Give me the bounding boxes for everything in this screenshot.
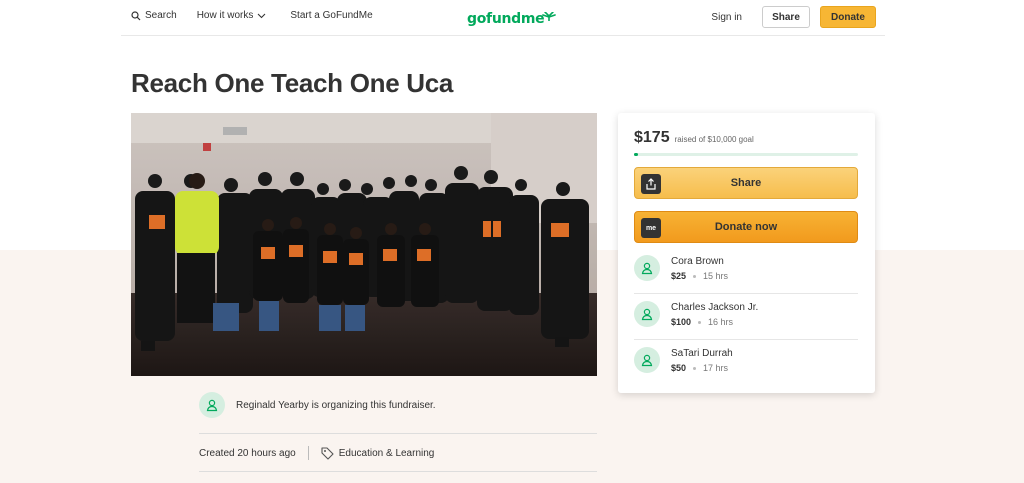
- user-icon: [641, 308, 653, 321]
- donor-name: SaTari Durrah: [671, 348, 733, 359]
- start-gofundme-label: Start a GoFundMe: [290, 10, 373, 21]
- gofundme-logo[interactable]: gofundme: [467, 7, 557, 29]
- site-header: Search How it works Start a GoFundMe gof…: [0, 0, 1024, 36]
- search-icon: [131, 10, 141, 20]
- donor-amount: $50: [671, 363, 687, 373]
- bullet-separator: [693, 274, 697, 278]
- raised-amount: $175: [634, 129, 670, 146]
- header-donate-button[interactable]: Donate: [820, 6, 876, 28]
- meta-separator: [307, 446, 309, 460]
- progress-fill: [634, 153, 639, 156]
- bullet-separator: [698, 320, 702, 324]
- donate-now-button[interactable]: me Donate now: [634, 211, 858, 243]
- donor-name: Charles Jackson Jr.: [671, 302, 759, 313]
- share-icon: [641, 174, 661, 194]
- donor-info: Charles Jackson Jr. $100 16 hrs: [671, 301, 758, 327]
- campaign-photo[interactable]: [131, 113, 597, 376]
- created-time: Created 20 hours ago: [199, 447, 296, 459]
- user-icon: [206, 399, 218, 412]
- logo-sprout-icon: [542, 12, 557, 21]
- how-it-works-menu[interactable]: How it works: [197, 10, 267, 21]
- user-icon: [641, 262, 653, 275]
- sign-in-link[interactable]: Sign in: [711, 12, 742, 23]
- donor-time: 15 hrs: [703, 271, 729, 281]
- donor-avatar: [634, 301, 660, 327]
- category-link[interactable]: Education & Learning: [321, 446, 435, 460]
- bullet-separator: [693, 366, 697, 370]
- tag-icon: [321, 446, 334, 460]
- campaign-title: Reach One Teach One Uca: [131, 68, 454, 98]
- donor-time: 17 hrs: [703, 363, 729, 373]
- chevron-down-icon: [257, 13, 266, 18]
- donor-info: SaTari Durrah $50 17 hrs: [671, 347, 733, 373]
- donor-info: Cora Brown $25 15 hrs: [671, 255, 728, 281]
- donation-card: $175 raised of $10,000 goal Share me Don…: [618, 113, 875, 393]
- header-share-button[interactable]: Share: [762, 6, 810, 28]
- donor-avatar: [634, 347, 660, 373]
- organizer-avatar: [199, 392, 225, 418]
- category-label: Education & Learning: [338, 447, 435, 459]
- donor-avatar: [634, 255, 660, 281]
- header-divider: [121, 35, 885, 36]
- search-link[interactable]: Search: [131, 10, 177, 21]
- search-label: Search: [145, 10, 177, 21]
- donor-amount: $100: [671, 317, 692, 327]
- gofundme-me-icon: me: [641, 218, 661, 238]
- donor-divider: [634, 293, 858, 294]
- organizer-row: Reginald Yearby is organizing this fundr…: [199, 392, 436, 418]
- section-divider: [199, 433, 597, 434]
- header-nav: Search How it works Start a GoFundMe: [131, 10, 373, 21]
- goal-text: raised of $10,000 goal: [674, 135, 754, 144]
- donor-details: $25 15 hrs: [671, 271, 728, 281]
- organizer-text: Reginald Yearby is organizing this fundr…: [236, 399, 436, 411]
- logo-text: gofundme: [467, 11, 545, 27]
- campaign-meta: Created 20 hours ago Education & Learnin…: [199, 446, 434, 460]
- donor-details: $100 16 hrs: [671, 317, 758, 327]
- start-gofundme-link[interactable]: Start a GoFundMe: [290, 10, 372, 21]
- how-it-works-label: How it works: [196, 10, 254, 21]
- group-photo-image: [131, 113, 597, 376]
- user-icon: [641, 354, 653, 367]
- donor-details: $50 17 hrs: [671, 363, 733, 373]
- section-divider-bottom: [199, 471, 597, 472]
- donor-divider: [634, 339, 858, 340]
- raised-summary: $175 raised of $10,000 goal: [634, 129, 754, 147]
- donor-name: Cora Brown: [671, 256, 724, 267]
- share-button[interactable]: Share: [634, 167, 858, 199]
- donor-item: SaTari Durrah $50 17 hrs: [634, 347, 858, 373]
- donate-now-label: Donate now: [714, 221, 778, 233]
- donor-amount: $25: [671, 271, 687, 281]
- donor-time: 16 hrs: [708, 317, 734, 327]
- header-actions: Sign in Share Donate: [711, 6, 876, 28]
- donor-item: Charles Jackson Jr. $100 16 hrs: [634, 301, 858, 327]
- donor-item: Cora Brown $25 15 hrs: [634, 255, 858, 281]
- share-button-label: Share: [730, 177, 762, 189]
- me-icon-text: me: [645, 224, 657, 232]
- progress-bar: [634, 153, 858, 156]
